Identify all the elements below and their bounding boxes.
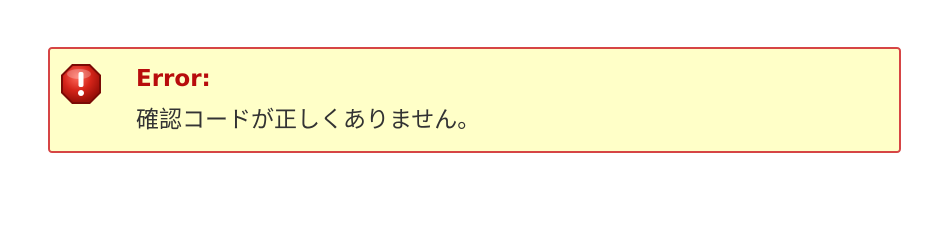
error-alert: Error: 確認コードが正しくありません。 (48, 47, 901, 153)
alert-title: Error: (136, 66, 211, 92)
error-octagon-icon (59, 62, 103, 106)
alert-message: 確認コードが正しくありません。 (136, 107, 481, 133)
